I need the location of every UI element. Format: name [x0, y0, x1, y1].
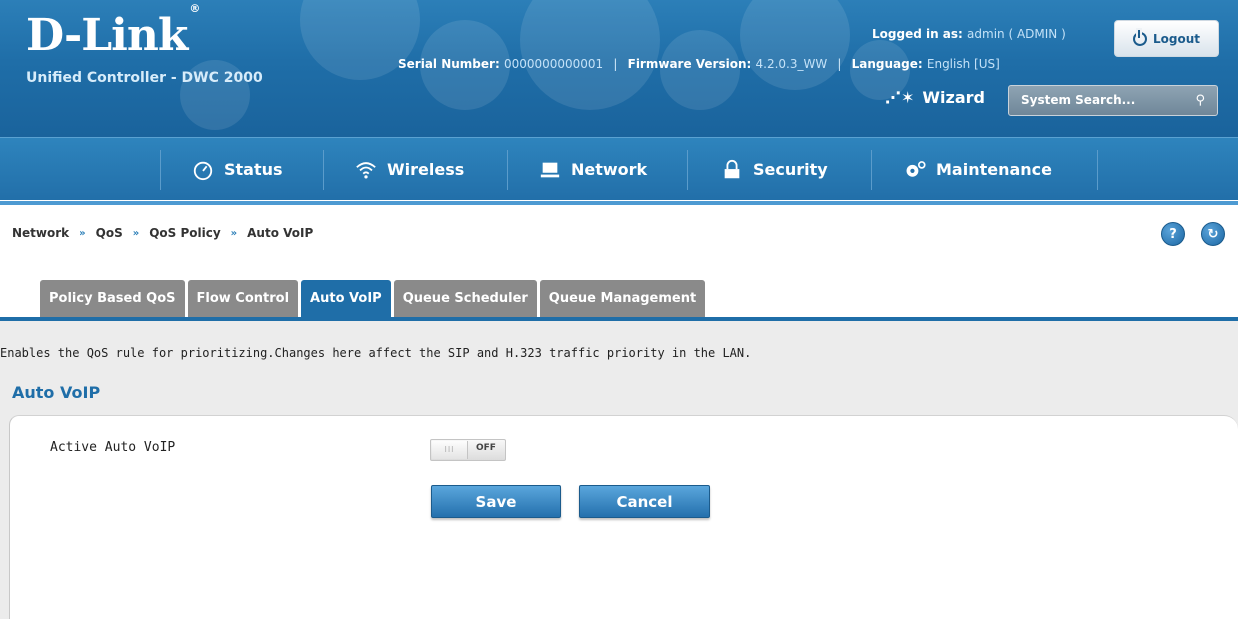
serial-number: 0000000000001: [503, 57, 604, 71]
search-icon: ⚲: [1195, 93, 1205, 108]
help-button[interactable]: ?: [1161, 222, 1185, 246]
main-nav: Status Wireless Network Security Mainten…: [0, 137, 1238, 205]
breadcrumb-separator: »: [132, 227, 140, 239]
lock-icon: [724, 159, 740, 178]
breadcrumb-auto-voip: Auto VoIP: [247, 226, 314, 240]
breadcrumb-separator: »: [230, 227, 238, 239]
dlink-logo: D-Link®: [26, 2, 200, 61]
question-icon: ?: [1169, 226, 1177, 242]
nav-network[interactable]: Network: [539, 138, 647, 201]
nav-accent-strip: [0, 201, 1238, 205]
logged-in-info: Logged in as: admin ( ADMIN ): [872, 27, 1066, 41]
active-auto-voip-toggle[interactable]: III OFF: [430, 439, 506, 461]
page-description: Enables the QoS rule for prioritizing.Ch…: [0, 346, 752, 360]
breadcrumb: Network » QoS » QoS Policy » Auto VoIP: [12, 226, 313, 240]
breadcrumb-qos[interactable]: QoS: [96, 226, 123, 240]
device-info: Serial Number: 0000000000001 | Firmware …: [398, 57, 1000, 71]
nav-wireless[interactable]: Wireless: [355, 138, 464, 201]
gauge-icon: [193, 161, 213, 180]
tab-bar: Policy Based QoS Flow Control Auto VoIP …: [40, 280, 706, 317]
tab-queue-scheduler[interactable]: Queue Scheduler: [393, 280, 537, 317]
toggle-state-label: OFF: [476, 443, 496, 453]
active-auto-voip-label: Active Auto VoIP: [50, 440, 176, 455]
nav-maintenance[interactable]: Maintenance: [904, 138, 1052, 201]
breadcrumb-separator: »: [79, 227, 86, 239]
wizard-link[interactable]: ⋰✶ Wizard: [885, 88, 985, 107]
computer-icon: [540, 162, 560, 177]
refresh-icon: ↻: [1207, 226, 1219, 242]
nav-security[interactable]: Security: [721, 138, 828, 201]
firmware-version: 4.2.0.3_WW: [755, 57, 828, 71]
nav-status[interactable]: Status: [192, 138, 283, 201]
power-icon: [1132, 29, 1147, 46]
logout-button[interactable]: Logout: [1114, 20, 1219, 57]
cancel-button[interactable]: Cancel: [579, 485, 710, 518]
wifi-icon: [356, 161, 376, 179]
magic-wand-icon: ⋰✶: [885, 88, 915, 107]
save-button[interactable]: Save: [431, 485, 561, 518]
page-header: D-Link® Unified Controller - DWC 2000 Lo…: [0, 0, 1238, 137]
breadcrumb-qos-policy[interactable]: QoS Policy: [149, 226, 220, 240]
section-title: Auto VoIP: [12, 383, 101, 402]
tab-policy-based-qos[interactable]: Policy Based QoS: [40, 280, 185, 317]
gears-icon: [906, 160, 926, 177]
tab-auto-voip[interactable]: Auto VoIP: [301, 280, 391, 317]
product-name: Unified Controller - DWC 2000: [26, 70, 263, 86]
tab-queue-management[interactable]: Queue Management: [539, 280, 706, 317]
toggle-knob: III: [432, 441, 468, 459]
logged-in-user: admin ( ADMIN ): [967, 27, 1066, 41]
tab-flow-control[interactable]: Flow Control: [187, 280, 299, 317]
refresh-button[interactable]: ↻: [1201, 222, 1225, 246]
system-search-input[interactable]: System Search... ⚲: [1008, 85, 1218, 116]
breadcrumb-network[interactable]: Network: [12, 226, 69, 240]
language-link[interactable]: English [US]: [927, 57, 1000, 71]
